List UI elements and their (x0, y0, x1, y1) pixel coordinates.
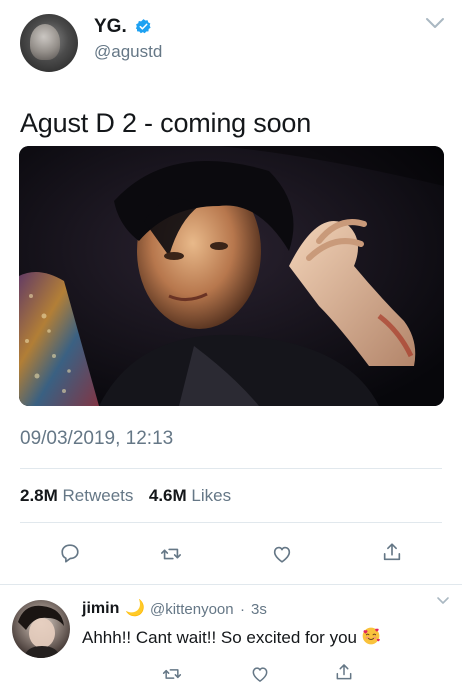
like-icon[interactable] (250, 664, 270, 684)
divider (20, 468, 442, 469)
author-avatar[interactable] (20, 14, 78, 72)
reply-author-avatar[interactable] (12, 600, 70, 658)
author-name[interactable]: YG. (94, 16, 127, 38)
share-icon[interactable] (381, 541, 403, 563)
retweet-icon[interactable] (160, 543, 182, 565)
reply-author-name[interactable]: jimin (82, 600, 119, 618)
meta-separator: · (240, 601, 245, 618)
likes-stat[interactable]: 4.6M Likes (149, 486, 231, 505)
tweet: YG. @agustd Agust D 2 - coming soon 09/0… (0, 0, 462, 586)
retweet-icon[interactable] (162, 664, 182, 684)
like-icon[interactable] (271, 543, 293, 565)
portrait-photo (19, 146, 444, 406)
verified-badge-icon (135, 19, 151, 34)
chevron-down-icon[interactable] (436, 596, 450, 606)
retweets-label: Retweets (62, 486, 134, 505)
tweet-text: Agust D 2 - coming soon (20, 108, 312, 138)
chevron-down-icon[interactable] (423, 14, 447, 32)
author-handle[interactable]: @agustd (94, 42, 162, 62)
reply-avatar-photo (18, 605, 64, 658)
reply-author-handle[interactable]: @kittenyoon (150, 601, 234, 618)
tweet-stats: 2.8M Retweets 4.6M Likes (20, 486, 231, 506)
share-icon[interactable] (334, 662, 354, 682)
reply-text-line: Ahhh!! Cant wait!! So excited for you (82, 626, 381, 648)
reply-icon[interactable] (59, 542, 81, 564)
reply-tweet[interactable]: jimin 🌙 @kittenyoon · 3s Ahhh!! Cant wai… (0, 586, 462, 700)
likes-label: Likes (191, 486, 232, 505)
likes-count: 4.6M (148, 486, 187, 505)
tweet-photo[interactable] (19, 146, 444, 406)
tweet-separator (0, 584, 462, 585)
divider (20, 522, 442, 523)
smiling-face-with-hearts-icon (362, 627, 380, 645)
retweets-count: 2.8M (20, 486, 58, 505)
crescent-moon-emoji: 🌙 (125, 600, 145, 617)
reply-time[interactable]: 3s (251, 601, 267, 618)
tweet-timestamp[interactable]: 09/03/2019, 12:13 (20, 428, 173, 450)
retweets-stat[interactable]: 2.8M Retweets (20, 486, 138, 505)
reply-text: Ahhh!! Cant wait!! So excited for you (82, 628, 357, 647)
